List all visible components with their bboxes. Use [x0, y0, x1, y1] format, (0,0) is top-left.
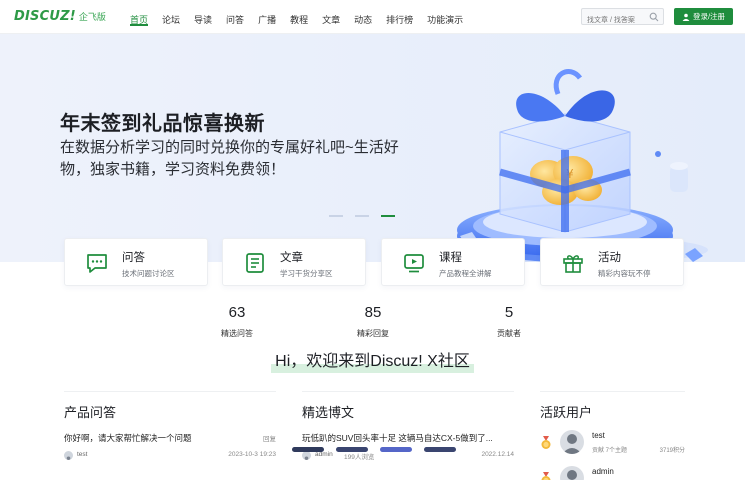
section-title: 产品问答 [64, 405, 117, 420]
loading-bar [424, 447, 456, 452]
welcome-banner: Hi，欢迎来到Discuz! X社区 [0, 347, 745, 373]
stat-label: 精选问答 [221, 329, 253, 338]
nav-item-home[interactable]: 首页 [130, 0, 149, 34]
stat-value: 63 [228, 304, 246, 321]
card-subtitle: 技术问题讨论区 [122, 269, 175, 278]
card-subtitle: 产品教程全讲解 [439, 269, 492, 278]
carousel-dot[interactable] [355, 215, 369, 217]
gift-icon [563, 255, 583, 273]
nav-item-article[interactable]: 文章 [322, 0, 340, 34]
view-count: 199人浏览 [344, 454, 375, 461]
loading-bar [292, 447, 324, 452]
qa-column: 产品问答 你好啊，请大家帮忙解决一个问题 回复 test 2023-10-3 1… [64, 391, 276, 480]
card-subtitle: 学习干货分享区 [280, 269, 333, 278]
author-name[interactable]: admin [315, 451, 333, 458]
silver-medal-icon [541, 472, 551, 480]
stat-featured-qa: 63 精选问答 [197, 304, 277, 339]
video-icon [404, 254, 424, 273]
stat-contributors: 5 贡献者 [469, 304, 549, 339]
card-qa[interactable]: 问答 技术问题讨论区 [64, 238, 208, 286]
nav-item-feed[interactable]: 动态 [354, 0, 372, 34]
stat-replies: 85 精彩回复 [333, 304, 413, 339]
author-name[interactable]: test [77, 451, 87, 458]
main-nav: 首页 论坛 导读 问答 广播 教程 文章 动态 排行榜 功能演示 [130, 0, 477, 34]
stat-label: 贡献者 [497, 329, 521, 338]
user-points: 3719积分 [659, 448, 685, 454]
card-subtitle: 精彩内容玩不停 [598, 269, 651, 278]
user-row[interactable]: test 贡献 7个主题 3719积分 [540, 430, 685, 460]
post-date: 2022.12.14 [481, 451, 514, 458]
avatar[interactable] [302, 451, 311, 460]
qa-item-meta: test 2023-10-3 19:23 [64, 450, 276, 462]
card-title: 课程 [439, 252, 462, 264]
loading-bar [336, 447, 368, 452]
user-name[interactable]: test [592, 431, 605, 440]
logo-edition: 企飞版 [78, 12, 106, 22]
stat-label: 精彩回复 [357, 329, 389, 338]
avatar[interactable] [560, 466, 584, 480]
nav-item-ranking[interactable]: 排行榜 [386, 0, 413, 34]
section-title: 精选博文 [302, 405, 355, 420]
post-date: 2023-10-3 19:23 [228, 451, 276, 458]
login-register-button[interactable]: 登录/注册 [674, 8, 733, 25]
reply-tag: 回复 [263, 436, 276, 443]
card-title: 活动 [598, 252, 621, 264]
card-event[interactable]: 活动 精彩内容玩不停 [540, 238, 684, 286]
site-logo[interactable]: DISCUZ! 企飞版 [14, 9, 106, 24]
nav-item-guide[interactable]: 导读 [194, 0, 212, 34]
user-contribution: 贡献 7个主题 [592, 448, 628, 454]
carousel-dot-active[interactable] [381, 215, 395, 217]
avatar[interactable] [64, 451, 73, 460]
loading-bar [380, 447, 412, 452]
hero-banner[interactable]: 年末签到礼品惊喜换新 在数据分析学习的同时兑换你的专属好礼吧~生活好物，独家书籍… [0, 34, 745, 262]
carousel-indicators [329, 215, 407, 217]
user-icon [682, 13, 690, 21]
welcome-text: Hi，欢迎来到Discuz! X社区 [271, 347, 474, 373]
carousel-dot[interactable] [329, 215, 343, 217]
blog-item-title[interactable]: 玩低趴的SUV回头率十足 这辆马自达CX-5做到了... [302, 432, 493, 444]
card-title: 问答 [122, 252, 145, 264]
user-row[interactable]: admin [540, 466, 685, 480]
gold-medal-icon [541, 436, 551, 449]
nav-item-demo[interactable]: 功能演示 [427, 0, 463, 34]
top-header: DISCUZ! 企飞版 首页 论坛 导读 问答 广播 教程 文章 动态 排行榜 … [0, 0, 745, 34]
gift-box-illustration: ¥ [448, 69, 708, 262]
section-title: 活跃用户 [540, 405, 593, 420]
search-icon[interactable] [649, 12, 659, 22]
hero-description: 在数据分析学习的同时兑换你的专属好礼吧~生活好物，独家书籍，学习资料免费领！ [60, 139, 399, 178]
stat-value: 5 [504, 304, 514, 321]
blog-column: 精选博文 玩低趴的SUV回头率十足 这辆马自达CX-5做到了... admin … [302, 391, 514, 480]
logo-text: DISCUZ! [14, 9, 76, 24]
feature-cards: 问答 技术问题讨论区 文章 学习干货分享区 课程 产品教程全讲解 活动 精彩内容… [64, 238, 684, 286]
search-input[interactable] [582, 13, 648, 28]
login-label: 登录/注册 [692, 12, 726, 21]
nav-item-forum[interactable]: 论坛 [162, 0, 180, 34]
card-course[interactable]: 课程 产品教程全讲解 [381, 238, 525, 286]
nav-item-broadcast[interactable]: 广播 [258, 0, 276, 34]
active-users-column: 活跃用户 test 贡献 7个主题 3719积分 admin [540, 391, 685, 480]
chat-icon [87, 254, 107, 273]
nav-item-qa[interactable]: 问答 [226, 0, 244, 34]
qa-item-title[interactable]: 你好啊，请大家帮忙解决一个问题 [64, 432, 192, 444]
avatar[interactable] [560, 430, 584, 454]
loading-placeholder [292, 447, 468, 452]
card-article[interactable]: 文章 学习干货分享区 [222, 238, 366, 286]
hero-title: 年末签到礼品惊喜换新 [60, 113, 265, 135]
card-title: 文章 [280, 252, 303, 264]
document-icon [246, 253, 264, 273]
nav-item-tutorial[interactable]: 教程 [290, 0, 308, 34]
search-box [581, 8, 664, 28]
stat-value: 85 [364, 304, 382, 321]
user-name[interactable]: admin [592, 467, 614, 476]
